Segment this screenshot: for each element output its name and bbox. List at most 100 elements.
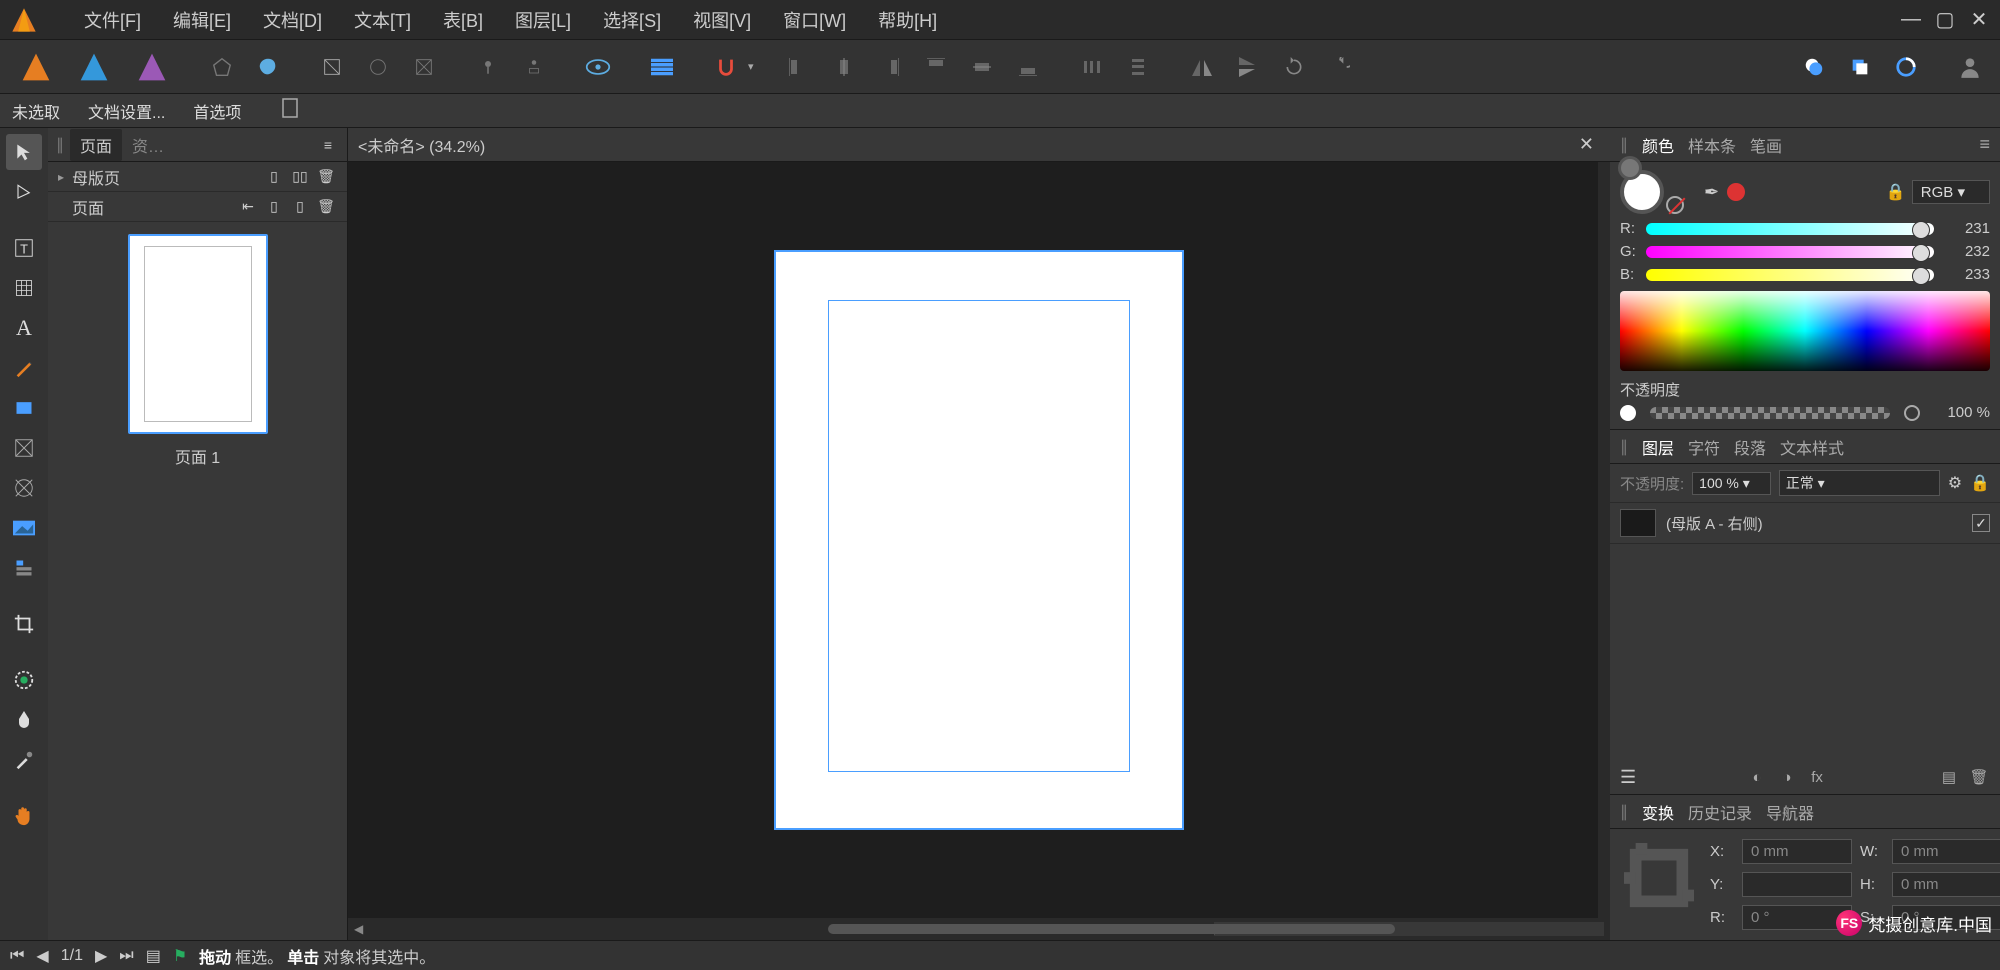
tb-baseline-grid[interactable] <box>642 47 682 87</box>
next-page-button[interactable]: ▶ <box>95 946 107 966</box>
spread-setup-icon[interactable] <box>281 97 299 124</box>
master-add-facing-icon[interactable]: ▯▯ <box>289 166 311 188</box>
persona-publisher[interactable] <box>10 47 62 87</box>
fx-icon[interactable]: fx <box>1806 766 1828 788</box>
tab-transform[interactable]: 变换 <box>1642 800 1674 824</box>
menu-text[interactable]: 文本[T] <box>338 1 427 39</box>
menu-edit[interactable]: 编辑[E] <box>157 1 247 39</box>
scroll-thumb[interactable] <box>828 924 1396 934</box>
layer-opacity-select[interactable]: 100 % ▾ <box>1692 472 1771 495</box>
tab-text-styles[interactable]: 文本样式 <box>1780 435 1844 459</box>
r-slider[interactable] <box>1646 223 1934 235</box>
opacity-value[interactable]: 100 % <box>1928 404 1990 421</box>
prev-page-button[interactable]: ◀ <box>36 946 48 966</box>
pages-row[interactable]: ▸ 页面 ⇤ ▯ ▯ 🗑 <box>48 192 347 222</box>
delete-layer-icon[interactable]: 🗑 <box>1968 766 1990 788</box>
color-mode-select[interactable]: RGB ▾ <box>1912 180 1990 204</box>
tb-align-bottom[interactable] <box>1008 47 1048 87</box>
menu-select[interactable]: 选择[S] <box>587 1 677 39</box>
master-pages-row[interactable]: ▸ 母版页 ▯ ▯▯ 🗑 <box>48 162 347 192</box>
tb-distribute-h[interactable] <box>1072 47 1112 87</box>
vertical-scrollbar[interactable] <box>1598 162 1610 918</box>
document-setup-button[interactable]: 文档设置... <box>88 99 165 123</box>
window-close[interactable]: ✕ <box>1968 9 1990 31</box>
tb-pin-float[interactable] <box>514 47 554 87</box>
fill-stroke-swatch[interactable] <box>1620 170 1664 214</box>
horizontal-scrollbar[interactable]: ◀ ▶ <box>348 918 1610 940</box>
tb-flip-v[interactable] <box>1228 47 1268 87</box>
panel-drag-handle[interactable]: ∥ <box>1620 437 1628 457</box>
tb-anchor-cross[interactable] <box>404 47 444 87</box>
persona-designer[interactable] <box>68 47 120 87</box>
add-layer-icon[interactable]: ▤ <box>1938 766 1960 788</box>
tb-align-hcenter[interactable] <box>824 47 864 87</box>
tool-color-picker[interactable] <box>6 742 42 778</box>
tb-align-top[interactable] <box>916 47 956 87</box>
page-add-after-icon[interactable]: ▯ <box>289 196 311 218</box>
page-list-icon[interactable]: ▤ <box>146 946 161 966</box>
tool-crop[interactable] <box>6 606 42 642</box>
g-slider[interactable] <box>1646 246 1934 258</box>
tb-snapping[interactable] <box>706 47 746 87</box>
tb-rotate-cw[interactable] <box>1320 47 1360 87</box>
persona-photo[interactable] <box>126 47 178 87</box>
tab-paragraph[interactable]: 段落 <box>1734 435 1766 459</box>
tb-anchor-frame[interactable] <box>312 47 352 87</box>
lock-icon[interactable]: 🔒 <box>1886 182 1906 202</box>
page-delete-icon[interactable]: 🗑 <box>315 196 337 218</box>
tb-pin[interactable] <box>468 47 508 87</box>
h-input[interactable] <box>1892 872 2000 897</box>
b-slider[interactable] <box>1646 269 1934 281</box>
picked-color-swatch[interactable] <box>1727 183 1745 201</box>
no-fill-icon[interactable] <box>1666 196 1684 214</box>
menu-table[interactable]: 表[B] <box>427 1 499 39</box>
menu-layer[interactable]: 图层[L] <box>499 1 587 39</box>
tool-picture-frame[interactable] <box>6 430 42 466</box>
tool-artistic-text[interactable]: A <box>6 310 42 346</box>
b-value[interactable]: 233 <box>1942 266 1990 283</box>
tb-shape-blob[interactable] <box>248 47 288 87</box>
layer-item[interactable]: (母版 A - 右侧) ✓ <box>1610 503 2000 544</box>
layer-gear-icon[interactable]: ⚙ <box>1948 473 1962 493</box>
tab-character[interactable]: 字符 <box>1688 435 1720 459</box>
panel-drag-handle[interactable]: ∥ <box>56 135 64 155</box>
tool-place-image[interactable] <box>6 470 42 506</box>
menu-help[interactable]: 帮助[H] <box>862 1 953 39</box>
layers-stack-icon[interactable]: ☰ <box>1620 767 1636 788</box>
r-value[interactable]: 231 <box>1942 220 1990 237</box>
tab-layers[interactable]: 图层 <box>1642 435 1674 459</box>
tab-color[interactable]: 颜色 <box>1642 133 1674 157</box>
pages-tab[interactable]: 页面 <box>70 129 122 161</box>
page-add-single-icon[interactable]: ▯ <box>263 196 285 218</box>
opacity-slider[interactable] <box>1650 407 1890 419</box>
master-add-single-icon[interactable]: ▯ <box>263 166 285 188</box>
pages-menu-icon[interactable]: ≡ <box>317 134 339 156</box>
window-minimize[interactable]: — <box>1900 9 1922 31</box>
tb-rotate-ccw[interactable] <box>1274 47 1314 87</box>
preferences-button[interactable]: 首选项 <box>193 99 241 123</box>
first-page-button[interactable]: ⏮ <box>10 947 24 965</box>
panel-drag-handle[interactable]: ∥ <box>1620 802 1628 822</box>
tool-view-hand[interactable] <box>6 798 42 834</box>
tool-pen[interactable] <box>6 350 42 386</box>
pages-tab-more[interactable]: 资… <box>132 133 164 157</box>
tb-shape-pentagon[interactable] <box>202 47 242 87</box>
tool-transparency[interactable] <box>6 702 42 738</box>
tb-flip-h[interactable] <box>1182 47 1222 87</box>
tb-align-left[interactable] <box>778 47 818 87</box>
document-close-button[interactable]: ✕ <box>1573 134 1600 155</box>
window-maximize[interactable]: ▢ <box>1934 9 1956 31</box>
anchor-point-selector[interactable] <box>1624 843 1694 913</box>
g-value[interactable]: 232 <box>1942 243 1990 260</box>
tab-swatches[interactable]: 样本条 <box>1688 133 1736 157</box>
tb-preflight-icon[interactable] <box>578 47 618 87</box>
color-panel-menu[interactable]: ≡ <box>1979 134 1990 155</box>
menu-window[interactable]: 窗口[W] <box>767 1 862 39</box>
page-canvas[interactable] <box>774 250 1184 830</box>
adjustment-icon[interactable]: ◑ <box>1776 766 1798 788</box>
eyedropper-icon[interactable]: ✒ <box>1704 182 1719 203</box>
page-thumbnail-1[interactable] <box>128 234 268 434</box>
last-page-button[interactable]: ⏭ <box>119 947 133 965</box>
tb-distribute-v[interactable] <box>1118 47 1158 87</box>
tool-node[interactable] <box>6 174 42 210</box>
